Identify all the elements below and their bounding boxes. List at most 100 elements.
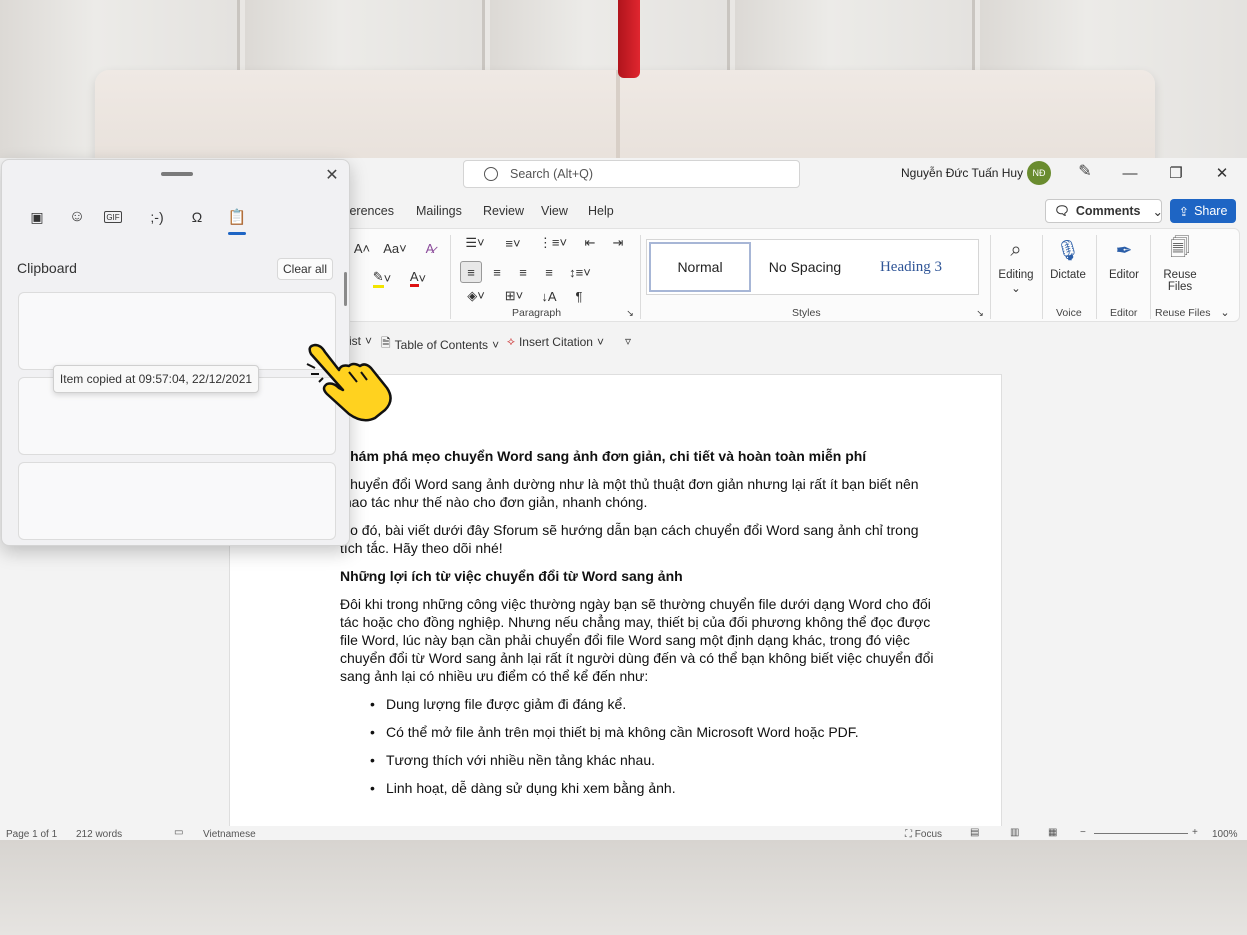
zoom-out-icon[interactable]: − <box>1080 827 1086 838</box>
word-count[interactable]: 212 words <box>76 829 122 840</box>
customize-qat-icon[interactable]: ▿ <box>625 334 631 348</box>
web-layout-icon[interactable]: ▦ <box>1048 827 1057 838</box>
decrease-indent-icon[interactable]: ⇤ <box>580 233 600 253</box>
citation-label: Insert Citation <box>518 334 593 349</box>
doc-bullet-list: Dung lượng file được giảm đi đáng kể. Có… <box>370 695 940 797</box>
active-tab-indicator <box>228 232 246 235</box>
clipboard-title: Clipboard <box>17 260 77 276</box>
comments-button[interactable]: 🗨 Comments ⌄ <box>1045 199 1163 223</box>
close-button[interactable]: ✕ <box>1199 158 1245 188</box>
share-button[interactable]: ⇪ Share <box>1170 199 1236 223</box>
tab-references[interactable]: ferences <box>346 204 394 218</box>
font-color-icon[interactable]: A ˅ <box>404 267 432 289</box>
page-count[interactable]: Page 1 of 1 <box>6 829 57 840</box>
voice-group-label: Voice <box>1056 307 1082 319</box>
zoom-level[interactable]: 100% <box>1212 829 1238 840</box>
numbering-icon[interactable]: ≡˅ <box>498 233 528 253</box>
tab-mailings[interactable]: Mailings <box>416 204 462 218</box>
hand-pointer-icon <box>306 343 392 422</box>
editor-label: Editor <box>1108 269 1140 281</box>
clipboard-panel: ✕ ▣ ☺ GIF ;-) Ω 📋 Clipboard Clear all <box>1 159 350 546</box>
clear-format-icon[interactable]: A̷ <box>420 237 440 259</box>
sort-icon[interactable]: ↓A <box>538 285 560 307</box>
reuse-files-icon: 🗐 <box>1170 237 1190 259</box>
styles-launcher-icon[interactable]: ↘ <box>974 307 986 319</box>
doc-paragraph: Do đó, bài viết dưới đây Sforum sẽ hướng… <box>340 522 919 556</box>
align-right-icon[interactable]: ≡ <box>512 261 534 283</box>
symbols-icon[interactable]: Ω <box>184 206 210 228</box>
editor-group-label: Editor <box>1110 307 1138 319</box>
gif-icon[interactable]: GIF <box>104 211 122 223</box>
tab-review[interactable]: Review <box>483 204 524 218</box>
print-layout-icon[interactable]: ▥ <box>1010 827 1019 838</box>
proofing-icon[interactable]: ▭ <box>174 827 183 838</box>
editing-button[interactable]: ⌕ Editing ⌄ <box>992 235 1040 305</box>
zoom-slider[interactable] <box>1094 833 1188 834</box>
editor-button[interactable]: ✒ Editor <box>1100 235 1148 305</box>
designer-pen-icon[interactable]: ✎ <box>1076 163 1094 181</box>
clear-all-button[interactable]: Clear all <box>277 258 333 280</box>
align-center-icon[interactable]: ≡ <box>486 261 508 283</box>
tab-view[interactable]: View <box>541 204 568 218</box>
favorites-icon[interactable]: ▣ <box>24 206 50 228</box>
editing-label: Editing <box>998 269 1034 281</box>
tab-help[interactable]: Help <box>588 204 614 218</box>
minimize-button[interactable]: — <box>1107 158 1153 188</box>
document-body[interactable]: Khám phá mẹo chuyển Word sang ảnh đơn gi… <box>340 447 940 807</box>
style-no-spacing[interactable]: No Spacing <box>757 242 853 292</box>
reuse-files-button[interactable]: 🗐 Reuse Files <box>1156 235 1204 305</box>
clipboard-item[interactable] <box>18 462 336 540</box>
borders-icon[interactable]: ⊞˅ <box>498 285 530 307</box>
change-case-icon[interactable]: Aa˅ <box>380 237 410 259</box>
grow-font-icon[interactable]: A˄ <box>352 237 372 259</box>
justify-icon[interactable]: ≡ <box>538 261 560 283</box>
focus-label: Focus <box>914 829 943 840</box>
close-icon[interactable]: ✕ <box>322 166 342 186</box>
chevron-down-icon: ⌄ <box>1011 283 1021 295</box>
language[interactable]: Vietnamese <box>203 829 256 840</box>
doc-heading: Những lợi ích từ việc chuyển đổi từ Word… <box>340 568 683 584</box>
zoom-in-icon[interactable]: + <box>1192 827 1198 838</box>
clipboard-icon[interactable]: 📋 <box>224 206 250 228</box>
doc-paragraph: Đôi khi trong những công việc thường ngà… <box>340 596 934 684</box>
paragraph-group-label: Paragraph <box>512 307 562 319</box>
insert-citation-button[interactable]: ⟡ Insert Citation ˅ <box>507 334 604 349</box>
clipboard-item[interactable] <box>18 292 336 370</box>
emoji-icon[interactable]: ☺ <box>64 206 90 228</box>
increase-indent-icon[interactable]: ⇥ <box>608 233 628 253</box>
align-left-icon[interactable]: ≡ <box>460 261 482 283</box>
user-name[interactable]: Nguyễn Đức Tuấn Huy <box>901 166 1023 180</box>
shading-icon[interactable]: ◈˅ <box>460 285 492 307</box>
table-of-contents-button[interactable]: 🗎 Table of Contents ˅ <box>381 334 499 355</box>
kaomoji-label: ;-) <box>150 209 164 225</box>
restore-button[interactable]: ❐ <box>1153 158 1199 188</box>
dictate-button[interactable]: 🎙 Dictate <box>1044 235 1092 305</box>
search-input[interactable]: Search (Alt+Q) <box>463 160 800 188</box>
avatar[interactable]: NĐ <box>1027 161 1051 185</box>
line-spacing-icon[interactable]: ↕≡˅ <box>564 261 596 283</box>
search-icon <box>484 167 498 181</box>
multilevel-list-icon[interactable]: ⋮≡˅ <box>536 233 570 253</box>
style-heading-3[interactable]: Heading 3 <box>861 242 961 292</box>
toc-label: Table of Contents <box>394 337 489 352</box>
style-normal[interactable]: Normal <box>649 242 751 292</box>
reuse-label-2: Files <box>1167 281 1193 293</box>
paragraph-launcher-icon[interactable]: ↘ <box>624 307 636 319</box>
search-placeholder: Search (Alt+Q) <box>510 167 594 181</box>
list-item: Dung lượng file được giảm đi đáng kể. <box>370 695 940 713</box>
kaomoji-icon[interactable]: ;-) <box>144 206 170 228</box>
focus-button[interactable]: ⛶ Focus <box>905 829 942 840</box>
bullets-icon[interactable]: ☰˅ <box>460 233 490 253</box>
collapse-ribbon-icon[interactable]: ⌄ <box>1218 305 1232 319</box>
share-icon: ⇪ <box>1178 204 1190 219</box>
highlight-icon[interactable]: ✎ ˅ <box>368 267 396 289</box>
drag-handle[interactable] <box>161 172 193 176</box>
show-marks-icon[interactable]: ¶ <box>568 285 590 307</box>
doc-paragraph: Chuyển đổi Word sang ảnh dường như là mộ… <box>340 476 919 510</box>
read-mode-icon[interactable]: ▤ <box>970 827 979 838</box>
scrollbar[interactable] <box>344 272 347 306</box>
clipboard-item-tooltip: Item copied at 09:57:04, 22/12/2021 <box>53 365 259 393</box>
doc-title: Khám phá mẹo chuyển Word sang ảnh đơn gi… <box>340 448 867 464</box>
comments-label: Comments <box>1075 204 1141 218</box>
editor-pen-icon: ✒ <box>1115 239 1133 262</box>
